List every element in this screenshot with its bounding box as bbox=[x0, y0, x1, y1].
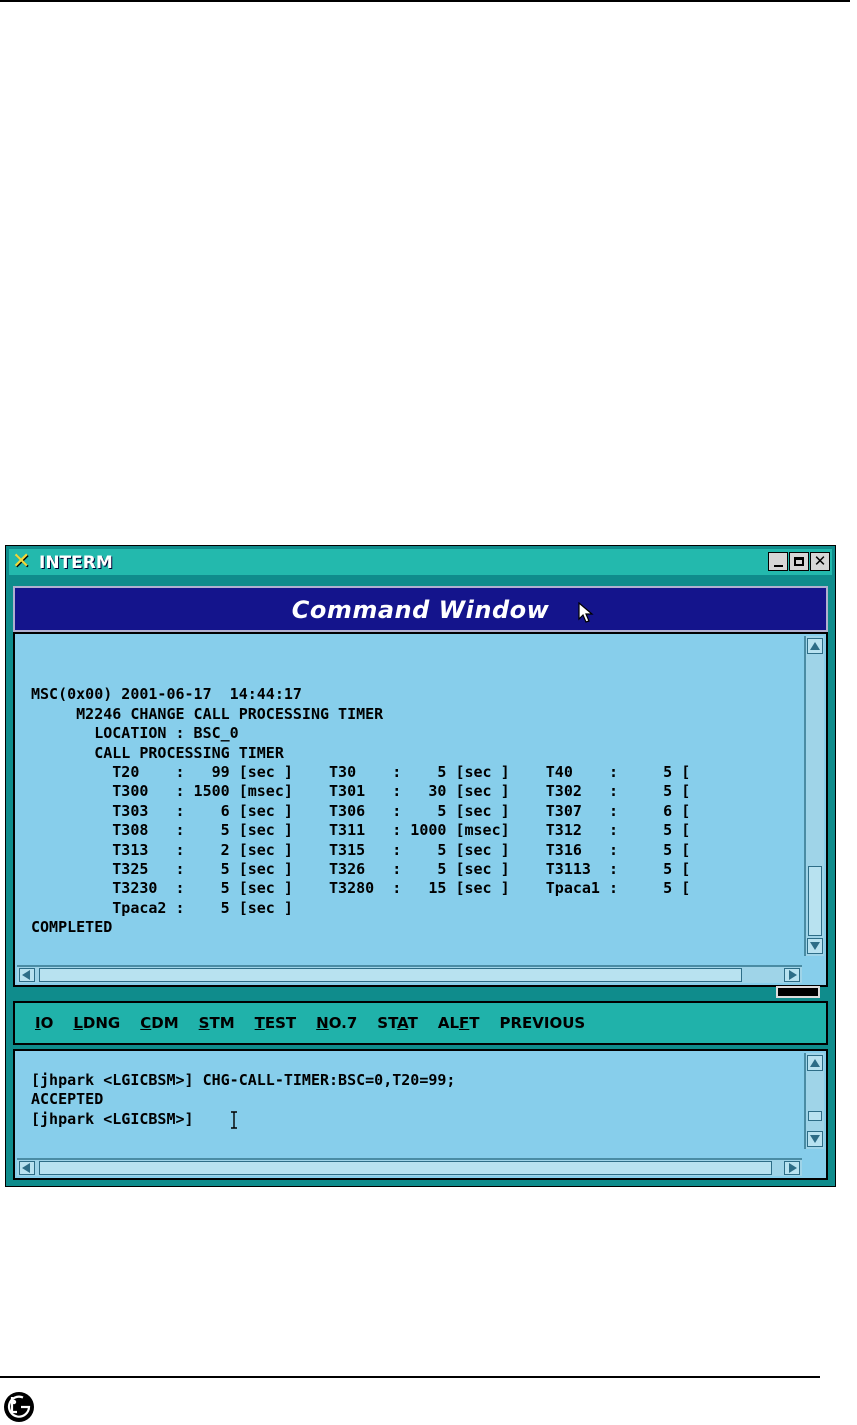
scroll-down-arrow-icon[interactable] bbox=[807, 1131, 823, 1147]
pane-splitter-handle[interactable] bbox=[776, 986, 820, 998]
horizontal-scroll-thumb[interactable] bbox=[39, 1161, 772, 1175]
close-button[interactable]: ✕ bbox=[810, 552, 830, 571]
input-vertical-scrollbar[interactable] bbox=[804, 1053, 824, 1149]
output-line: T308 : 5 [sec ] T311 : 1000 [msec] T312 … bbox=[31, 821, 691, 840]
menu-item[interactable]: STM bbox=[199, 1014, 235, 1032]
maximize-icon bbox=[794, 557, 804, 566]
output-line: T325 : 5 [sec ] T326 : 5 [sec ] T3113 : … bbox=[31, 860, 691, 879]
text-cursor-icon bbox=[231, 1111, 237, 1129]
maximize-button[interactable] bbox=[789, 552, 809, 571]
input-horizontal-scrollbar[interactable] bbox=[17, 1158, 802, 1176]
menu-item[interactable]: ALFT bbox=[438, 1014, 480, 1032]
output-line: T20 : 99 [sec ] T30 : 5 [sec ] T40 : 5 [ bbox=[31, 763, 691, 782]
close-icon: ✕ bbox=[813, 552, 827, 570]
output-line: M2246 CHANGE CALL PROCESSING TIMER bbox=[31, 704, 384, 723]
header-title: Command Window bbox=[291, 596, 550, 624]
scroll-right-arrow-icon[interactable] bbox=[784, 968, 800, 982]
menu-item[interactable]: TEST bbox=[255, 1014, 297, 1032]
input-panel[interactable]: [jhpark <LGICBSM>] CHG-CALL-TIMER:BSC=0,… bbox=[13, 1049, 828, 1180]
menu-item[interactable]: IO bbox=[35, 1014, 53, 1032]
output-line: T3230 : 5 [sec ] T3280 : 15 [sec ] Tpaca… bbox=[31, 879, 691, 898]
output-line: LOCATION : BSC_0 bbox=[31, 724, 239, 743]
output-line: Tpaca2 : 5 [sec ] bbox=[31, 898, 293, 917]
scroll-right-arrow-icon[interactable] bbox=[784, 1161, 800, 1175]
menu-item[interactable]: NO.7 bbox=[316, 1014, 357, 1032]
output-line: T300 : 1500 [msec] T301 : 30 [sec ] T302… bbox=[31, 782, 691, 801]
window-title: INTERM bbox=[39, 553, 113, 573]
window-titlebar[interactable]: ✕ INTERM ✕ bbox=[9, 549, 832, 575]
menu-item[interactable]: PREVIOUS bbox=[500, 1014, 586, 1032]
bottom-rule bbox=[0, 1376, 820, 1378]
x-logo-icon: ✕ bbox=[12, 549, 31, 574]
menu-item[interactable]: CDM bbox=[140, 1014, 178, 1032]
input-line: [jhpark <LGICBSM>] CHG-CALL-TIMER:BSC=0,… bbox=[31, 1071, 456, 1089]
scroll-left-arrow-icon[interactable] bbox=[19, 1161, 35, 1175]
command-window-header: Command Window bbox=[13, 586, 828, 632]
mouse-pointer-icon bbox=[578, 602, 594, 623]
horizontal-scroll-thumb[interactable] bbox=[39, 968, 742, 982]
command-menu-bar: IO LDNG CDM STM TEST NO.7 STAT ALFT PREVIOUS bbox=[13, 1001, 828, 1045]
interm-window: ✕ INTERM ✕ Command Window MSC(0x00) 2001… bbox=[5, 545, 836, 1187]
output-line: CALL PROCESSING TIMER bbox=[31, 743, 284, 762]
scroll-thumb[interactable] bbox=[808, 1111, 822, 1121]
minimize-button[interactable] bbox=[768, 552, 788, 571]
input-line: ACCEPTED bbox=[31, 1090, 104, 1109]
output-line: T303 : 6 [sec ] T306 : 5 [sec ] T307 : 6… bbox=[31, 801, 691, 820]
lg-logo-icon bbox=[4, 1392, 34, 1422]
output-line: MSC(0x00) 2001-06-17 14:44:17 bbox=[31, 685, 302, 704]
output-horizontal-scrollbar[interactable] bbox=[17, 965, 802, 983]
window-controls: ✕ bbox=[768, 552, 830, 571]
scroll-left-arrow-icon[interactable] bbox=[19, 968, 35, 982]
output-line: T313 : 2 [sec ] T315 : 5 [sec ] T316 : 5… bbox=[31, 840, 691, 859]
output-vertical-scrollbar[interactable] bbox=[804, 636, 824, 956]
scroll-down-arrow-icon[interactable] bbox=[807, 938, 823, 954]
top-rule bbox=[0, 0, 850, 2]
scroll-up-arrow-icon[interactable] bbox=[807, 1055, 823, 1071]
scroll-up-arrow-icon[interactable] bbox=[807, 638, 823, 654]
input-line: [jhpark <LGICBSM>] bbox=[31, 1109, 203, 1128]
command-input-log[interactable]: [jhpark <LGICBSM>] CHG-CALL-TIMER:BSC=0,… bbox=[31, 1071, 801, 1151]
scroll-thumb[interactable] bbox=[808, 866, 822, 936]
output-panel: MSC(0x00) 2001-06-17 14:44:17 M2246 CHAN… bbox=[13, 632, 828, 987]
output-line: COMPLETED bbox=[31, 918, 113, 937]
menu-item[interactable]: LDNG bbox=[73, 1014, 120, 1032]
minimize-icon bbox=[773, 564, 783, 567]
menu-item[interactable]: STAT bbox=[377, 1014, 418, 1032]
output-log: MSC(0x00) 2001-06-17 14:44:17 M2246 CHAN… bbox=[31, 666, 796, 966]
